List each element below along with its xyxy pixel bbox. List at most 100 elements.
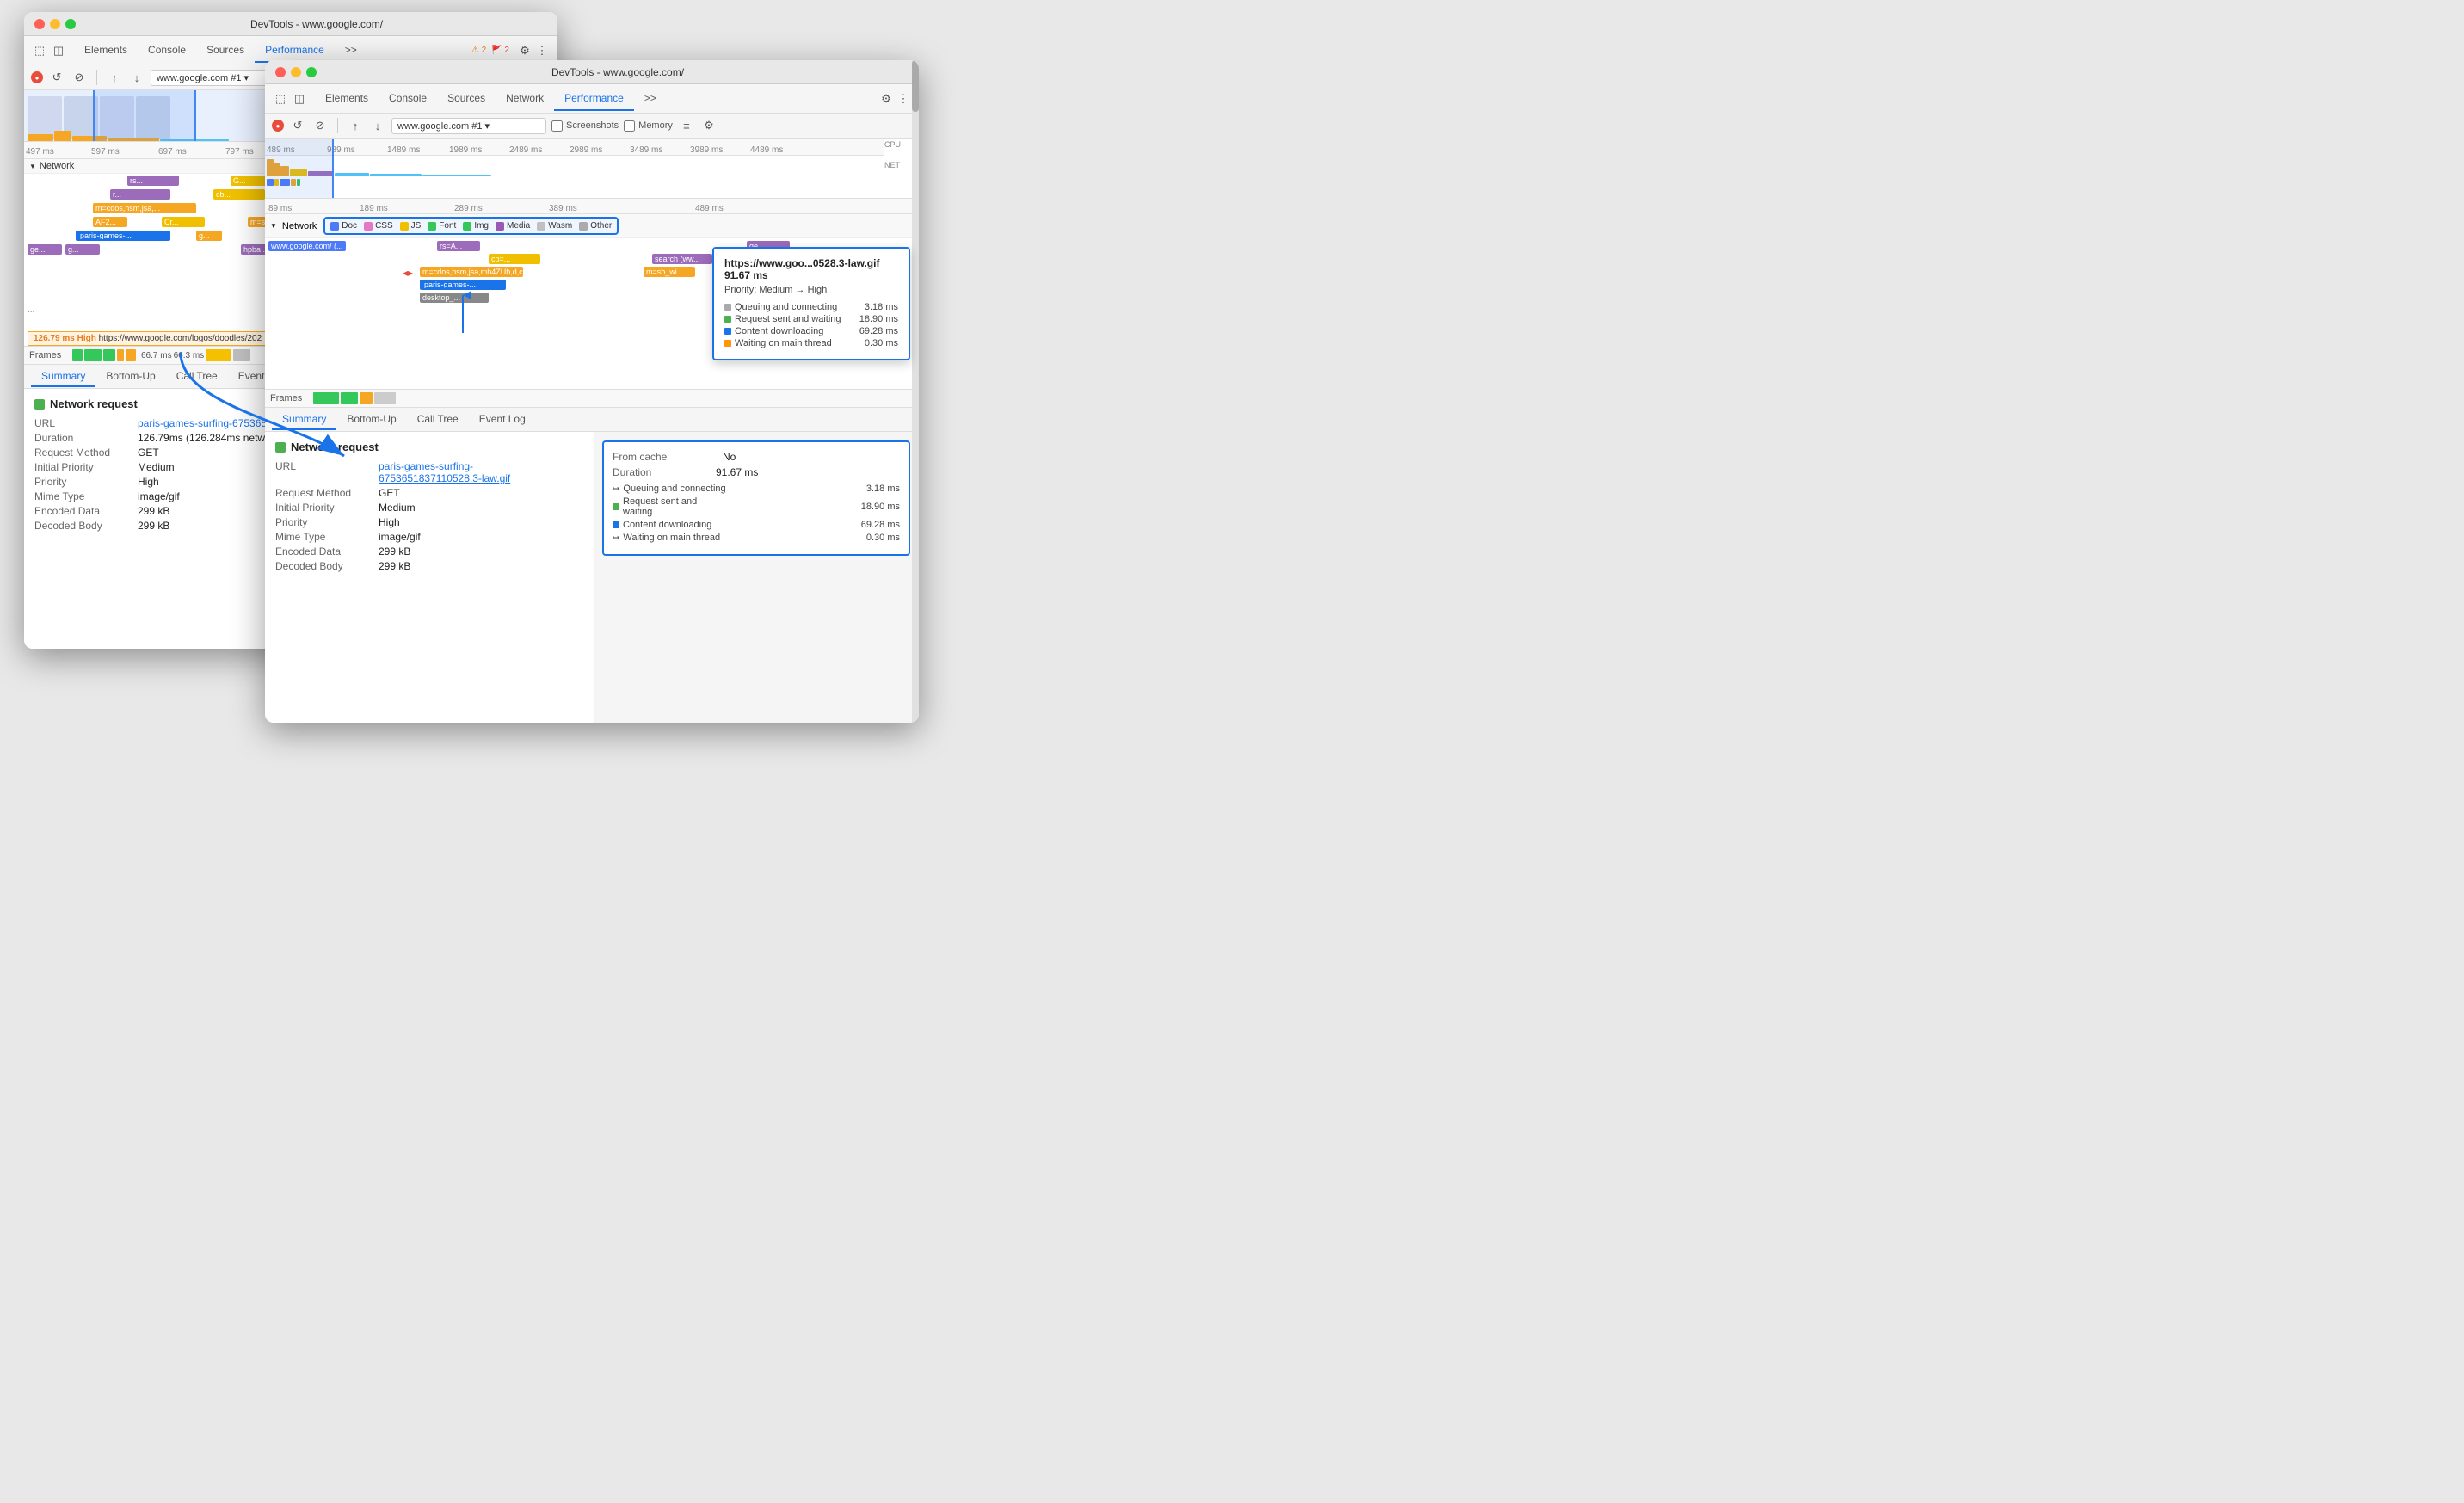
legend-media[interactable]: Media (496, 221, 530, 231)
tooltip-url: https://www.goo...0528.3-law.gif 91.67 m… (724, 257, 898, 281)
right-duration-row: Duration 91.67 ms (613, 466, 900, 478)
from-cache-row: From cache No (613, 451, 900, 463)
legend-css[interactable]: CSS (364, 221, 393, 231)
tab-bottomup-2[interactable]: Bottom-Up (336, 410, 406, 430)
download-icon-2[interactable]: ↓ (369, 117, 386, 134)
tab-more-1[interactable]: >> (335, 39, 367, 63)
clear-icon-1[interactable]: ⊘ (71, 69, 88, 86)
net-bar-mcdos[interactable]: m=cdos,hsm,jsa,... (93, 203, 196, 213)
net-bar-af2[interactable]: AF2... (93, 217, 127, 227)
collapse-icon-2[interactable]: ▼ (270, 222, 277, 230)
maximize-button-2[interactable] (306, 67, 317, 77)
right-queuing-row: ↦ Queuing and connecting 3.18 ms (613, 484, 900, 494)
from-cache-value: No (723, 451, 736, 463)
net-bar-2 (265, 176, 884, 188)
legend-js[interactable]: JS (400, 221, 422, 231)
net-bar-paris-selected[interactable]: paris-games-... (76, 231, 170, 241)
detail-decoded-2: 299 kB (379, 560, 410, 572)
details-row-2: Network request URL paris-games-surfing-… (265, 432, 919, 723)
tab-console-1[interactable]: Console (138, 39, 196, 63)
timeline-area-2: 489 ms 989 ms 1489 ms 1989 ms 2489 ms 29… (265, 139, 919, 199)
legend-font[interactable]: Font (428, 221, 456, 231)
tooltip-popup-2: https://www.goo...0528.3-law.gif 91.67 m… (712, 247, 910, 360)
screenshots-checkbox-2[interactable]: Screenshots (551, 120, 619, 132)
net-bar-ge[interactable]: ge... (28, 244, 62, 255)
tooltip-queuing: Queuing and connecting 3.18 ms (724, 302, 898, 312)
net-bar-rs2[interactable]: rs=A... (437, 241, 480, 251)
download-icon-1[interactable]: ↓ (128, 69, 145, 86)
nav-tabs-2: ⬚ ◫ Elements Console Sources Network Per… (265, 84, 919, 114)
legend-other[interactable]: Other (579, 221, 612, 231)
tab-elements-2[interactable]: Elements (315, 87, 379, 111)
memory-checkbox-2[interactable]: Memory (624, 120, 673, 132)
network-icon-2[interactable]: ≡ (678, 117, 695, 134)
reload-icon-1[interactable]: ↺ (48, 69, 65, 86)
tab-summary-1[interactable]: Summary (31, 367, 95, 387)
color-box-1 (34, 399, 45, 410)
net-bar-g3[interactable]: g... (196, 231, 222, 241)
collapse-icon-1[interactable]: ▼ (29, 163, 36, 170)
title-bar-1: DevTools - www.google.com/ (24, 12, 557, 36)
maximize-button-1[interactable] (65, 19, 76, 29)
net-bar-cr[interactable]: Cr... (162, 217, 205, 227)
tab-console-2[interactable]: Console (379, 87, 437, 111)
tab-more-2[interactable]: >> (634, 87, 667, 111)
legend-doc[interactable]: Doc (330, 221, 357, 231)
close-button-1[interactable] (34, 19, 45, 29)
reload-icon-2[interactable]: ↺ (289, 117, 306, 134)
net-bar-cb2[interactable]: cb=... (489, 254, 540, 264)
minimize-button-2[interactable] (291, 67, 301, 77)
title-bar-2: DevTools - www.google.com/ (265, 60, 919, 84)
clear-icon-2[interactable]: ⊘ (311, 117, 329, 134)
upload-icon-2[interactable]: ↑ (347, 117, 364, 134)
tab-sources-1[interactable]: Sources (196, 39, 255, 63)
time-ruler-2b: 89 ms 189 ms 289 ms 389 ms 489 ms (265, 199, 919, 214)
tab-performance-1[interactable]: Performance (255, 39, 335, 63)
settings-icon-1[interactable]: ⚙ (516, 42, 533, 59)
net-bar-search2[interactable]: search (ww... (652, 254, 712, 264)
cursor-icon-2[interactable]: ⬚ (272, 90, 289, 108)
tab-calltree-1[interactable]: Call Tree (166, 367, 228, 387)
net-bar-desktop[interactable]: desktop_... (420, 293, 489, 303)
close-button-2[interactable] (275, 67, 286, 77)
net-bar-wwwgoogle[interactable]: www.google.com/ (... (268, 241, 346, 251)
detail-mime-2: image/gif (379, 531, 421, 543)
record-button-2[interactable]: ● (272, 120, 284, 132)
legend-wasm[interactable]: Wasm (537, 221, 572, 231)
settings2-icon-2[interactable]: ⚙ (700, 117, 718, 134)
legend-img[interactable]: Img (463, 221, 489, 231)
tab-bottomup-1[interactable]: Bottom-Up (95, 367, 165, 387)
tab-eventlog-2[interactable]: Event Log (469, 410, 536, 430)
more-icon-2[interactable]: ⋮ (895, 90, 912, 108)
net-bar-rs[interactable]: rs... (127, 176, 179, 186)
net-bar-g4[interactable]: g... (65, 244, 100, 255)
upload-icon-1[interactable]: ↑ (106, 69, 123, 86)
tooltip-content: Content downloading 69.28 ms (724, 326, 898, 336)
tab-calltree-2[interactable]: Call Tree (407, 410, 469, 430)
record-button-1[interactable]: ● (31, 71, 43, 83)
net-bar-cb[interactable]: cb... (213, 189, 265, 200)
net-bar-msb2[interactable]: m=sb_wi... (644, 267, 695, 277)
tab-network-2[interactable]: Network (496, 87, 554, 111)
screenshot-icon-2[interactable]: ◫ (291, 90, 308, 108)
net-bar-paris-2[interactable]: paris-games-... (420, 280, 506, 290)
net-bar-mcdos2[interactable]: m=cdos,hsm,jsa,mb4ZUb,d,c... (420, 267, 523, 277)
tab-performance-2[interactable]: Performance (554, 87, 634, 111)
tab-sources-2[interactable]: Sources (437, 87, 496, 111)
net-bar-r[interactable]: r... (110, 189, 170, 200)
detail-url-row-2: URL paris-games-surfing-6753651837110528… (275, 460, 583, 484)
settings-icon-2[interactable]: ⚙ (878, 90, 895, 108)
more-icon-1[interactable]: ⋮ (533, 42, 551, 59)
detail-initpriority-row-2: Initial Priority Medium (275, 502, 583, 514)
minimize-button-1[interactable] (50, 19, 60, 29)
network-legend-row: ▼ Network Doc CSS JS Font Img (265, 214, 919, 238)
tab-summary-2[interactable]: Summary (272, 410, 336, 430)
tab-elements-1[interactable]: Elements (74, 39, 138, 63)
section-title-1: Network request (50, 397, 138, 410)
screenshot-icon[interactable]: ◫ (50, 42, 67, 59)
cursor-icon[interactable]: ⬚ (31, 42, 48, 59)
detail-encoded-1: 299 kB (138, 505, 169, 517)
frames-bar-2: Frames (265, 389, 919, 408)
detail-url-value-2[interactable]: paris-games-surfing-6753651837110528.3-l… (379, 460, 510, 484)
tooltip-priority: Priority: Medium → High (724, 285, 898, 295)
